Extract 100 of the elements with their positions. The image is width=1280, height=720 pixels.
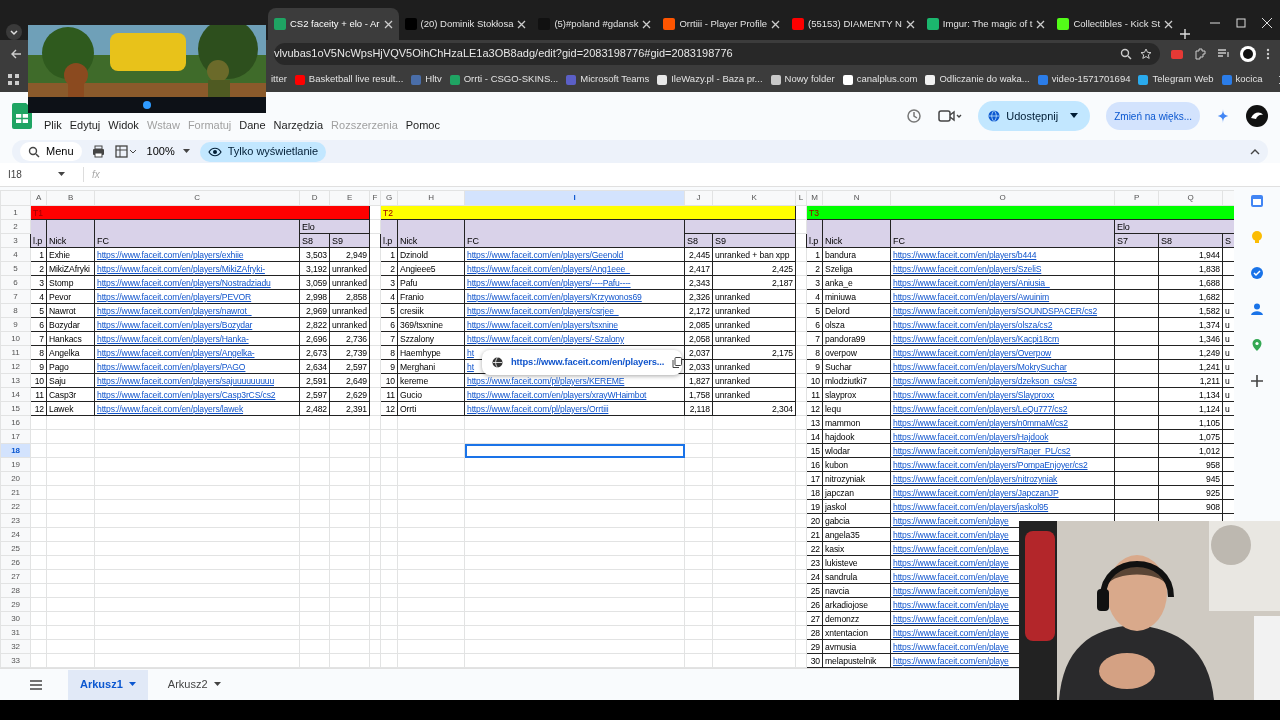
table-cell: 18 xyxy=(806,485,823,500)
map-pin-icon[interactable] xyxy=(1250,338,1264,352)
column-letter[interactable]: O xyxy=(890,190,1115,206)
menu-item[interactable]: Pomoc xyxy=(401,116,444,134)
table-cell: 8 xyxy=(30,345,47,360)
browser-tab[interactable]: Collectibles - Kick St xyxy=(1051,8,1180,40)
table-cell: 1,758 xyxy=(684,387,713,402)
close-icon[interactable] xyxy=(771,19,781,29)
menu-item[interactable]: Edytuj xyxy=(65,116,105,134)
column-letter[interactable]: H xyxy=(397,190,465,206)
menu-item[interactable]: Plik xyxy=(40,116,66,134)
column-letter[interactable]: E xyxy=(329,190,370,206)
dropdown-icon[interactable] xyxy=(6,24,22,40)
column-letter[interactable]: D xyxy=(299,190,330,206)
menu-icon[interactable] xyxy=(1266,47,1270,60)
upgrade-button[interactable]: Zmień na więks... xyxy=(1106,102,1200,130)
playlist-icon[interactable] xyxy=(1217,47,1230,60)
browser-tab[interactable]: (55153) DIAMENTY N xyxy=(786,8,921,40)
column-letter[interactable]: K xyxy=(712,190,796,206)
zoom-icon[interactable] xyxy=(1120,47,1132,60)
player-link[interactable]: ht xyxy=(467,362,474,372)
menu-item[interactable]: Narzędzia xyxy=(269,116,328,134)
history-icon[interactable] xyxy=(906,108,923,124)
table-cell: hajdook xyxy=(822,429,891,444)
column-letter[interactable]: N xyxy=(822,190,891,206)
video-camera-icon[interactable] xyxy=(938,109,963,123)
collapse-icon[interactable] xyxy=(1250,148,1260,155)
column-letter[interactable]: L xyxy=(795,190,807,206)
menu-item[interactable]: Dane xyxy=(235,116,270,134)
table-cell: 1,582 xyxy=(1158,303,1223,318)
caret-icon[interactable] xyxy=(58,172,65,177)
avatar-icon[interactable] xyxy=(1240,45,1256,62)
menu-item[interactable]: Widok xyxy=(104,116,143,134)
table-cell: 1,249 xyxy=(1158,345,1223,360)
close-icon[interactable] xyxy=(905,19,915,29)
tasks-icon[interactable] xyxy=(1250,266,1264,280)
apps-icon[interactable] xyxy=(8,74,19,85)
selected-cell[interactable] xyxy=(464,443,685,458)
bookmark[interactable]: Odliczanie do waka... xyxy=(925,72,1030,87)
column-letter[interactable]: J xyxy=(684,190,713,206)
browser-tab[interactable]: CS2 faceity + elo - Ar xyxy=(268,8,399,40)
close-icon[interactable] xyxy=(383,19,393,29)
sheets-logo-icon[interactable] xyxy=(12,103,32,129)
column-letter[interactable]: F xyxy=(369,190,381,206)
add-icon[interactable] xyxy=(1250,374,1264,388)
browser-tab[interactable]: Imgur: The magic of t xyxy=(920,8,1052,40)
bookmark[interactable]: Hltv xyxy=(411,72,442,87)
close-icon[interactable] xyxy=(1262,18,1272,28)
all-sheets-icon[interactable] xyxy=(30,679,42,690)
restore-icon[interactable] xyxy=(1236,18,1246,28)
sparkle-icon[interactable] xyxy=(1216,109,1230,123)
view-only-button[interactable]: Tylko wyświetlanie xyxy=(199,141,327,162)
name-box[interactable]: I18 xyxy=(8,167,48,182)
browser-tab[interactable]: (5)#poland #gdansk xyxy=(532,8,658,40)
back-icon[interactable] xyxy=(10,47,22,60)
table-cell: 3,192 xyxy=(299,261,330,276)
browser-tab[interactable]: (20) Dominik Stokłosa xyxy=(398,8,533,40)
bookmark[interactable]: itter xyxy=(271,72,287,87)
format-icon[interactable] xyxy=(114,145,137,158)
sheet-tab[interactable]: Arkusz2 xyxy=(155,669,233,700)
bookmark[interactable]: Nowy folder xyxy=(770,72,835,87)
table-cell: 908 xyxy=(1158,499,1223,514)
close-icon[interactable] xyxy=(517,19,527,29)
puzzle-icon[interactable] xyxy=(1194,47,1207,60)
search-menu-field[interactable]: Menu xyxy=(20,142,82,161)
table-cell: 4 xyxy=(30,289,47,304)
address-bar[interactable]: vlvubas1oV5NcWpsHjVQV5OihChHzaLE1a3OB8adg/edit?gid=2083198776#gid=2083198776 xyxy=(274,42,1160,65)
avatar-icon[interactable] xyxy=(1246,105,1268,127)
star-icon[interactable] xyxy=(1140,47,1152,60)
copy-icon[interactable] xyxy=(672,357,683,368)
column-letter[interactable]: Q xyxy=(1158,190,1223,206)
bookmark[interactable]: Telegram Web xyxy=(1138,72,1214,87)
player-link[interactable]: ht xyxy=(467,348,474,358)
preview-link[interactable]: https://www.faceit.com/en/players... xyxy=(511,355,665,370)
column-letter[interactable]: P xyxy=(1114,190,1159,206)
zoom-select[interactable]: 100% xyxy=(146,143,190,160)
table-cell: 2,304 xyxy=(712,401,796,416)
column-letter[interactable]: I xyxy=(464,190,685,206)
bookmark[interactable]: video-1571701694 xyxy=(1037,72,1131,87)
sheet-tab[interactable]: Arkusz1 xyxy=(68,669,148,700)
bookmark[interactable]: Microsoft Teams xyxy=(566,72,650,87)
close-icon[interactable] xyxy=(1036,19,1046,29)
close-icon[interactable] xyxy=(642,19,652,29)
table-cell: 1,134 xyxy=(1158,387,1223,402)
bookmark[interactable]: kocica xyxy=(1221,72,1263,87)
table-cell: 1,944 xyxy=(1158,247,1223,262)
contacts-icon[interactable] xyxy=(1250,302,1264,316)
bookmark[interactable]: Basketball live result... xyxy=(294,72,404,87)
column-letter[interactable]: B xyxy=(46,190,95,206)
bookmark[interactable]: Orrti - CSGO-SKINS... xyxy=(449,72,559,87)
bookmark[interactable]: canalplus.com xyxy=(842,72,918,87)
calendar-icon[interactable] xyxy=(1250,194,1264,208)
share-button[interactable]: Udostępnij xyxy=(978,101,1091,131)
column-letter[interactable]: C xyxy=(94,190,300,206)
browser-tab[interactable]: Orrtiii - Player Profile xyxy=(657,8,787,40)
new-tab-icon[interactable] xyxy=(1179,28,1192,40)
print-icon[interactable] xyxy=(91,145,105,158)
table-cell: unranked xyxy=(712,289,796,304)
bookmark[interactable]: IleWazy.pl - Baza pr... xyxy=(657,72,763,87)
close-icon[interactable] xyxy=(1164,19,1174,29)
